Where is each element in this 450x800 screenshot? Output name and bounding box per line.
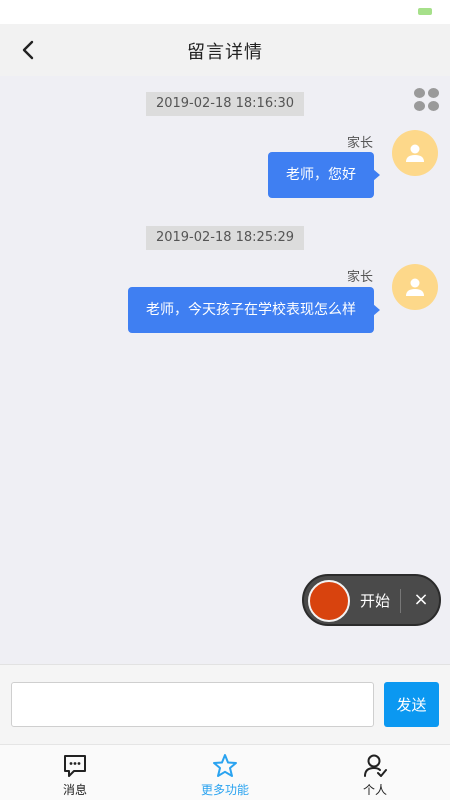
close-icon[interactable]: × [410,588,432,612]
status-bar [0,0,450,24]
battery-icon [418,8,432,15]
grid-menu-icon[interactable] [414,88,440,112]
message-timestamp: 2019-02-18 18:25:29 [146,226,304,250]
nav-bar: 留言详情 [0,24,450,76]
input-bar: 发送 [0,664,450,744]
message-input[interactable] [11,682,374,727]
tab-profile[interactable]: 个人 [300,749,450,800]
tab-label: 个人 [362,783,387,797]
record-start-label[interactable]: 开始 [360,590,390,611]
message-icon [64,755,86,777]
message-bubble[interactable]: 老师，您好 [268,152,380,198]
tab-bar: 消息 更多功能 个人 [0,744,450,800]
voice-recorder: 开始 × [302,574,441,626]
tab-more-features[interactable]: 更多功能 [150,749,300,800]
sender-name: 家长 [346,136,373,151]
avatar[interactable] [392,130,438,176]
page-title: 留言详情 [187,42,263,63]
message-bubble[interactable]: 老师，今天孩子在学校表现怎么样 [128,287,380,333]
divider [400,589,401,613]
sender-name: 家长 [346,270,373,285]
avatar[interactable] [392,264,438,310]
user-icon [406,144,424,162]
star-icon [213,754,237,777]
message-timestamp: 2019-02-18 18:16:30 [146,92,304,116]
person-icon [364,754,387,777]
user-icon [406,278,424,296]
tab-label: 更多功能 [200,783,249,797]
send-button[interactable]: 发送 [384,682,439,727]
tab-messages[interactable]: 消息 [0,749,150,800]
record-button[interactable] [308,580,350,622]
tab-label: 消息 [62,783,87,797]
